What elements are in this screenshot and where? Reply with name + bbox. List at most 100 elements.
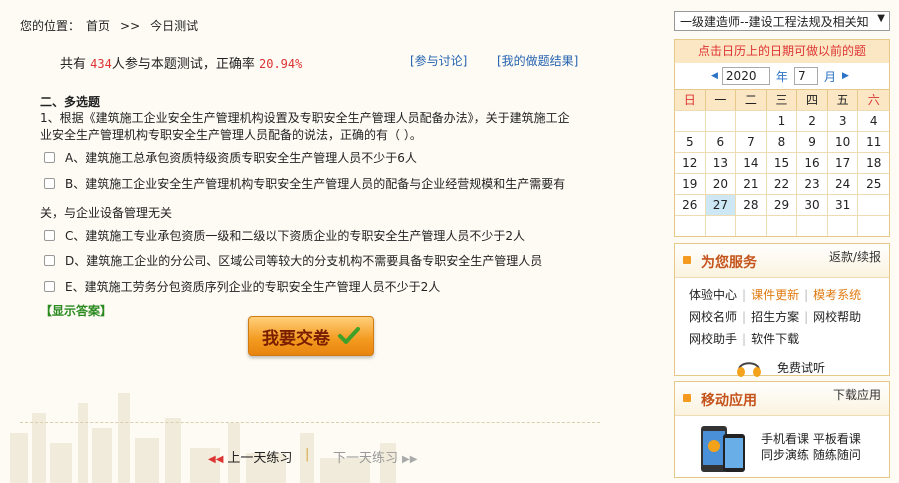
service-link[interactable]: 网校名师 [689,306,737,328]
correct-rate: 20.94% [259,57,303,71]
option-c[interactable]: C、建筑施工专业承包资质一级和二级以下资质企业的专职安全生产管理人员不少于2人 [44,226,525,246]
option-d-checkbox[interactable] [44,255,55,266]
download-app-link[interactable]: 下载应用 [833,386,881,403]
calendar-day[interactable]: 10 [827,131,859,152]
service-link[interactable]: 招生方案 [751,306,799,328]
nav-separator: | [305,447,310,462]
service-link[interactable]: 体验中心 [689,284,737,306]
prev-month-icon[interactable]: ◀ [711,71,718,81]
stats-prefix: 共有 [60,57,87,72]
next-day-label: 下一天练习 [333,451,399,466]
participant-count: 434 [90,57,112,71]
discuss-link[interactable]: [参与讨论] [410,52,467,69]
calendar-day[interactable]: 21 [736,173,767,194]
breadcrumb-home-link[interactable]: 首页 [86,19,110,33]
calendar-day[interactable]: 7 [736,131,767,152]
my-result-link[interactable]: [我的做题结果] [497,52,578,69]
service-separator: | [804,288,809,302]
option-d[interactable]: D、建筑施工企业的分公司、区域公司等较大的分支机构不需要具备专职安全生产管理人员 [44,251,542,271]
weekday-header: 日 [675,89,706,110]
option-b-checkbox[interactable] [44,178,55,189]
calendar-day[interactable]: 19 [675,173,706,194]
calendar-day[interactable]: 28 [736,194,767,215]
calendar-day[interactable]: 23 [797,173,828,194]
calendar-day[interactable]: 11 [858,131,889,152]
stats-middle: 人参与本题测试，正确率 [111,57,255,72]
free-trial-link[interactable]: 免费试听 [735,352,889,382]
calendar-day[interactable]: 29 [766,194,798,215]
calendar-day[interactable]: 18 [858,152,889,173]
calendar-day[interactable]: 25 [858,173,889,194]
service-link[interactable]: 网校助手 [689,328,737,350]
services-panel: 为您服务 返款/续报 体验中心 | 课件更新 | 模考系统 网校名师 | 招生方案 | 网校帮助网… [674,243,890,377]
calendar-day[interactable]: 30 [797,194,828,215]
calendar-day[interactable]: 4 [858,110,889,131]
option-c-checkbox[interactable] [44,230,55,241]
double-left-arrow-icon: ◀◀ [208,454,224,465]
mobile-body: 手机看课 平板看课 同步演练 随练随问 [675,416,889,476]
service-link[interactable]: 软件下载 [751,328,799,350]
calendar-day[interactable]: 24 [827,173,859,194]
month-field[interactable]: 7 [793,67,818,85]
option-e[interactable]: E、建筑施工劳务分包资质序列企业的专职安全生产管理人员不少于2人 [44,277,440,297]
service-link[interactable]: 网校帮助 [813,306,861,328]
checkmark-icon [338,327,360,344]
calendar-day [858,194,889,215]
next-day-link[interactable]: 下一天练习 ▶▶ [333,447,417,466]
service-link[interactable]: 模考系统 [813,284,861,306]
service-separator: | [742,288,747,302]
calendar-day[interactable]: 1 [766,110,798,131]
calendar-day[interactable]: 22 [766,173,798,194]
calendar-day[interactable]: 9 [797,131,828,152]
calendar-day[interactable]: 12 [675,152,706,173]
next-month-icon[interactable]: ▶ [842,71,849,81]
option-e-checkbox[interactable] [44,281,55,292]
calendar-day [797,215,828,236]
calendar-day[interactable]: 17 [827,152,859,173]
calendar-day[interactable]: 14 [736,152,767,173]
calendar-day[interactable]: 26 [675,194,706,215]
weekday-header: 五 [827,89,859,110]
calendar-day[interactable]: 8 [766,131,798,152]
calendar-day[interactable]: 20 [705,173,737,194]
mobile-line-1: 手机看课 平板看课 [761,432,861,446]
calendar-day[interactable]: 16 [797,152,828,173]
breadcrumb: 您的位置： 首页 >> 今日测试 [20,17,204,34]
calendar-day[interactable]: 13 [705,152,737,173]
breadcrumb-current: 今日测试 [150,19,199,33]
year-field[interactable]: 2020 [721,67,770,85]
calendar-day[interactable]: 15 [766,152,798,173]
phone-tablet-icon [701,426,745,472]
submit-label: 我要交卷 [262,328,330,349]
option-b[interactable]: B、建筑施工企业安全生产管理机构专职安全生产管理人员的配备与企业经营规模和生产需… [44,174,565,194]
calendar-week: 5 6 7 8 9 10 11 [675,131,889,152]
option-a[interactable]: A、建筑施工总承包资质特级资质专职安全生产管理人员不少于6人 [44,148,417,168]
option-a-checkbox[interactable] [44,152,55,163]
prev-day-link[interactable]: ◀◀ 上一天练习 [208,447,292,466]
calendar-day[interactable]: 2 [797,110,828,131]
option-c-label: C、建筑施工专业承包资质一级和二级以下资质企业的专职安全生产管理人员不少于2人 [65,229,526,243]
service-row: 网校名师 | 招生方案 | 网校帮助 [689,306,889,328]
calendar-day [766,215,798,236]
dropdown-arrow-icon: ▼ [877,13,885,24]
divider [20,422,600,423]
calendar-days: 1 2 3 4 5 6 7 8 9 10 11 12 13 14 15 16 17 18 19 20 21 22 23 24 2… [675,110,889,236]
submit-exam-button[interactable]: 我要交卷 [248,316,374,356]
calendar-day[interactable]: 3 [827,110,859,131]
option-e-label: E、建筑施工劳务分包资质序列企业的专职安全生产管理人员不少于2人 [65,280,441,294]
course-select[interactable]: 一级建造师--建设工程法规及相关知 ▼ [674,11,890,31]
refund-link[interactable]: 返款/续报 [829,248,881,265]
service-link[interactable]: 课件更新 [751,284,799,306]
calendar-day[interactable]: 5 [675,131,706,152]
show-answer-link[interactable]: 【显示答案】 [40,302,112,319]
calendar-day[interactable]: 27 [705,194,737,215]
calendar-day[interactable]: 31 [827,194,859,215]
calendar-day [705,215,737,236]
calendar-week [675,215,889,236]
option-b-label: B、建筑施工企业安全生产管理机构专职安全生产管理人员的配备与企业经营规模和生产需… [65,177,566,191]
mobile-panel: 移动应用 下载应用 手机看课 平板看课 同步演练 随练随问 [674,381,890,478]
mobile-line-2: 同步演练 随练随问 [761,448,861,462]
calendar-day[interactable]: 6 [705,131,737,152]
calendar-week: 12 13 14 15 16 17 18 [675,152,889,173]
calendar-week: 19 20 21 22 23 24 25 [675,173,889,194]
